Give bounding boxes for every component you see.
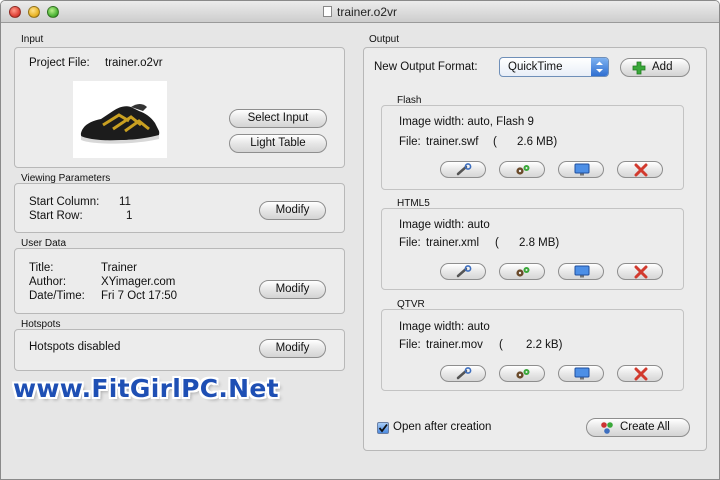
flash-file-name: trainer.swf [426, 136, 479, 148]
output-format-value: QuickTime [508, 61, 563, 73]
output-group: New Output Format: QuickTime Add Flash I… [363, 47, 707, 451]
qtvr-build-button[interactable] [499, 365, 545, 382]
qtvr-image-width: Image width: auto [399, 321, 490, 333]
monitor-icon [574, 163, 590, 176]
create-all-button[interactable]: Create All [586, 418, 690, 437]
output-section-label: Output [369, 34, 400, 45]
qtvr-settings-button[interactable] [440, 365, 486, 382]
flash-format-box: Image width: auto, Flash 9 File: trainer… [381, 105, 684, 190]
plus-icon [632, 61, 646, 75]
flash-file-label: File: [399, 136, 421, 148]
hotspots-group: Hotspots disabled Modify [14, 329, 345, 371]
wrench-icon [456, 163, 472, 176]
qtvr-file-paren: ( [499, 339, 503, 351]
flash-image-width: Image width: auto, Flash 9 [399, 116, 534, 128]
select-arrows-icon [591, 58, 608, 76]
qtvr-preview-button[interactable] [558, 365, 604, 382]
create-all-button-label: Create All [620, 421, 670, 433]
start-column-value: 11 [119, 196, 131, 208]
delete-icon [634, 367, 648, 381]
gears-icon [516, 165, 530, 175]
qtvr-file-label: File: [399, 339, 421, 351]
wrench-icon [456, 367, 472, 380]
flash-build-button[interactable] [499, 161, 545, 178]
project-file-label: Project File: [29, 57, 90, 69]
author-label: Author: [29, 276, 67, 288]
author-value: XYimager.com [101, 276, 176, 288]
html5-file-size: 2.8 MB) [519, 237, 560, 249]
watermark-text: www.FitGirlPC.Net [13, 374, 279, 403]
html5-settings-button[interactable] [440, 263, 486, 280]
hotspots-modify-button[interactable]: Modify [259, 339, 326, 358]
flash-preview-button[interactable] [558, 161, 604, 178]
window-title-text: trainer.o2vr [336, 5, 398, 19]
html5-format-box: Image width: auto File: trainer.xml ( 2.… [381, 208, 684, 290]
title-bar: trainer.o2vr [1, 1, 719, 23]
monitor-icon [574, 265, 590, 278]
document-icon [322, 6, 332, 17]
select-input-button[interactable]: Select Input [229, 109, 327, 128]
datetime-value: Fri 7 Oct 17:50 [101, 290, 178, 302]
flash-delete-button[interactable] [617, 161, 663, 178]
input-group: Project File: trainer.o2vr Select Input … [14, 47, 345, 168]
light-table-button[interactable]: Light Table [229, 134, 327, 153]
html5-file-name: trainer.xml [426, 237, 480, 249]
checkmark-icon [378, 423, 388, 433]
gears-icon [516, 267, 530, 277]
monitor-icon [574, 367, 590, 380]
main-window: trainer.o2vr Input Project File: trainer… [0, 0, 720, 480]
delete-icon [634, 163, 648, 177]
html5-file-paren: ( [495, 237, 499, 249]
html5-image-width: Image width: auto [399, 219, 490, 231]
title-label: Title: [29, 262, 54, 274]
hotspots-status: Hotspots disabled [29, 341, 121, 353]
title-value: Trainer [101, 262, 137, 274]
output-format-select[interactable]: QuickTime [499, 57, 609, 77]
gears-icon [516, 369, 530, 379]
qtvr-file-name: trainer.mov [426, 339, 483, 351]
viewing-parameters-group: Start Column: 11 Start Row: 1 Modify [14, 183, 345, 233]
add-format-button[interactable]: Add [620, 58, 690, 77]
viewing-modify-button[interactable]: Modify [259, 201, 326, 220]
new-output-format-label: New Output Format: [374, 61, 478, 73]
multi-gears-icon [601, 422, 613, 434]
qtvr-delete-button[interactable] [617, 365, 663, 382]
wrench-icon [456, 265, 472, 278]
user-data-group: Title: Trainer Author: XYimager.com Date… [14, 248, 345, 314]
start-column-label: Start Column: [29, 196, 100, 208]
qtvr-file-size: 2.2 kB) [526, 339, 563, 351]
html5-file-label: File: [399, 237, 421, 249]
html5-delete-button[interactable] [617, 263, 663, 280]
start-row-value: 1 [126, 210, 133, 222]
flash-file-size: 2.6 MB) [517, 136, 558, 148]
datetime-label: Date/Time: [29, 290, 85, 302]
flash-settings-button[interactable] [440, 161, 486, 178]
project-file-value: trainer.o2vr [105, 57, 163, 69]
window-title: trainer.o2vr [1, 5, 719, 19]
html5-preview-button[interactable] [558, 263, 604, 280]
qtvr-format-box: Image width: auto File: trainer.mov ( 2.… [381, 309, 684, 391]
input-section-label: Input [21, 34, 44, 45]
flash-file-paren: ( [493, 136, 497, 148]
open-after-creation-label: Open after creation [393, 421, 492, 433]
shoe-image [80, 104, 160, 144]
user-data-modify-button[interactable]: Modify [259, 280, 326, 299]
start-row-label: Start Row: [29, 210, 83, 222]
open-after-creation-checkbox[interactable] [377, 422, 389, 434]
add-format-button-label: Add [652, 61, 673, 73]
delete-icon [634, 265, 648, 279]
project-thumbnail [73, 81, 167, 158]
html5-build-button[interactable] [499, 263, 545, 280]
